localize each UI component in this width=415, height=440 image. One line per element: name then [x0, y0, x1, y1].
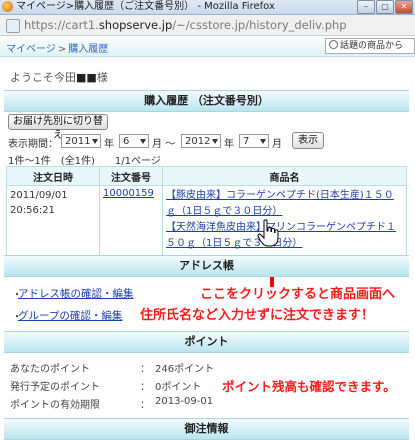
welcome-message: ようこそ今田■■様 — [10, 71, 108, 84]
customer-name: ■■ — [76, 71, 97, 84]
from-month-unit: 月 ～ — [152, 139, 176, 150]
header-product-name: 商品名 — [162, 166, 407, 186]
points-expiry-label: ポイントの有効期限 — [10, 400, 100, 411]
order-history-table: 注文日時 注文番号 商品名 2011/09/01 20:56:21 1000015… — [6, 166, 407, 269]
breadcrumb-history[interactable]: 購入履歴 — [68, 44, 108, 55]
maximize-button[interactable]: ▢ — [376, 0, 394, 14]
header-order-date: 注文日時 — [6, 166, 100, 186]
window-titlebar: マイページ>購入履歴（ご注文番号別） - Mozilla Firefox – ▢… — [0, 0, 415, 15]
to-month-unit: 月 — [272, 139, 282, 150]
annotation-points: ポイント残高も確認できます。 — [222, 379, 396, 394]
url-text[interactable]: https://cart1.shopserve.jp/~/csstore.jp/… — [24, 18, 347, 32]
chevron-down-icon — [92, 139, 98, 144]
search-text: 話題の商品から — [340, 41, 404, 51]
window-controls: – ▢ ✕ — [357, 0, 413, 14]
firefox-icon — [2, 1, 13, 12]
chevron-down-icon — [212, 139, 218, 144]
table-header-row: 注文日時 注文番号 商品名 — [6, 166, 407, 186]
from-year-select[interactable]: 2011 — [61, 134, 101, 148]
colon: ： — [140, 400, 150, 411]
to-year-unit: 年 — [224, 139, 234, 150]
breadcrumb: マイページ > 購入履歴 — [6, 40, 108, 55]
site-identity-icon[interactable] — [6, 19, 20, 33]
hand-cursor-icon — [257, 219, 279, 247]
breadcrumb-mypage[interactable]: マイページ — [6, 44, 56, 55]
chevron-down-icon — [260, 139, 266, 144]
close-button[interactable]: ✕ — [395, 0, 413, 14]
header-order-number: 注文番号 — [99, 166, 163, 186]
annotation-click-here: ここをクリックすると商品画面へ — [200, 287, 396, 302]
product-link-1[interactable]: 【豚皮由来】コラーゲンペプチド(日本生産)１５０ｇ（1日５ｇで３０日分） — [166, 190, 394, 217]
address-book-link[interactable]: アドレス帳の確認・編集 — [18, 286, 134, 301]
show-button[interactable]: 表示 — [292, 132, 324, 149]
points-expiry-value: 2013-09-01 — [155, 396, 214, 407]
address-book-header: アドレス帳 — [4, 255, 409, 277]
points-value: 246ポイント — [155, 364, 215, 375]
points-label: あなたのポイント — [10, 364, 90, 375]
breadcrumb-separator: > — [57, 44, 67, 55]
scheduled-points-value: 0ポイント — [155, 382, 202, 393]
to-month-select[interactable]: 7 — [239, 134, 269, 148]
next-section-header: 御注情報 — [4, 418, 409, 440]
address-bar[interactable]: https://cart1.shopserve.jp/~/csstore.jp/… — [0, 15, 415, 36]
scheduled-points-label: 発行予定のポイント — [10, 382, 100, 393]
breadcrumb-bar: マイページ > 購入履歴 話題の商品から — [0, 36, 415, 57]
annotation-no-input: 住所氏名など入力せずに注文できます！ — [140, 308, 375, 323]
purchase-history-header: 購入履歴 （注文番号別） — [4, 90, 409, 112]
points-header: ポイント — [4, 331, 409, 353]
from-month-select[interactable]: 6 — [119, 134, 149, 148]
order-number-link[interactable]: 10000159 — [103, 188, 154, 199]
minimize-button[interactable]: – — [357, 0, 375, 14]
from-year-unit: 年 — [104, 139, 114, 150]
to-year-select[interactable]: 2012 — [181, 134, 221, 148]
colon: ： — [140, 382, 150, 393]
window-title: マイページ>購入履歴（ご注文番号別） - Mozilla Firefox — [16, 1, 275, 12]
chevron-down-icon — [140, 139, 146, 144]
product-link-2[interactable]: 【天然海洋魚皮由来】マリンコラーゲンペプチド１５０ｇ（1日５ｇで３０日分） — [166, 222, 396, 249]
search-input[interactable]: 話題の商品から — [325, 38, 415, 54]
switch-view-button[interactable]: お届け先別に切り替え — [8, 114, 108, 141]
group-edit-link[interactable]: グループの確認・編集 — [18, 308, 122, 323]
colon: ： — [140, 364, 150, 375]
period-label: 表示期間： — [8, 139, 58, 150]
search-icon — [329, 40, 338, 49]
result-count: 1件～1件 (全1件) 1/1ページ — [8, 156, 161, 167]
